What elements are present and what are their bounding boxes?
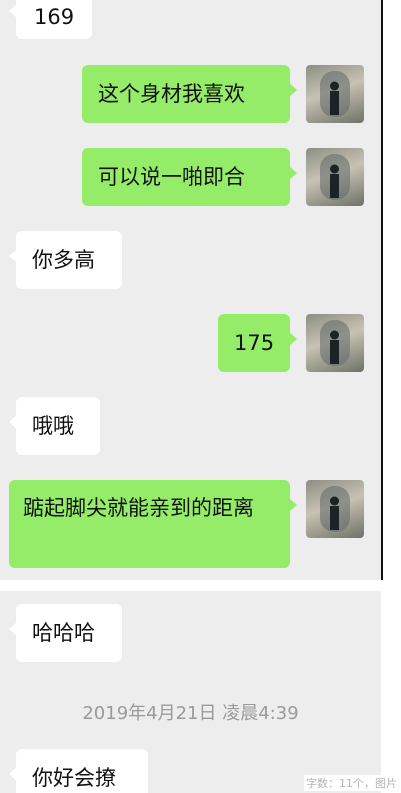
message-bubble-outgoing[interactable]: 可以说一啪即合 bbox=[82, 148, 297, 206]
message-bubble-incoming[interactable]: 哦哦 bbox=[9, 397, 100, 455]
user-avatar[interactable] bbox=[306, 480, 364, 538]
chat-panel-top: 169 这个身材我喜欢 可以说一啪即合 你多高 175 哦哦 踮起脚尖就能亲到的… bbox=[0, 0, 383, 580]
message-bubble-incoming[interactable]: 你多高 bbox=[9, 231, 122, 289]
message-bubble-incoming[interactable]: 169 bbox=[8, 0, 93, 39]
user-avatar[interactable] bbox=[306, 65, 364, 123]
message-bubble-outgoing[interactable]: 175 bbox=[218, 314, 297, 372]
chat-panel-bottom: 哈哈哈 2019年4月21日 凌晨4:39 你好会撩 bbox=[0, 591, 381, 793]
user-avatar[interactable] bbox=[306, 148, 364, 206]
photo-avatar-icon bbox=[320, 71, 350, 117]
photo-avatar-icon bbox=[320, 320, 350, 366]
message-bubble-outgoing[interactable]: 这个身材我喜欢 bbox=[82, 65, 297, 123]
photo-avatar-icon bbox=[320, 486, 350, 532]
message-bubble-incoming[interactable]: 哈哈哈 bbox=[9, 604, 122, 662]
photo-avatar-icon bbox=[320, 154, 350, 200]
message-bubble-incoming[interactable]: 你好会撩 bbox=[9, 749, 148, 793]
word-count-watermark: 字数：11个，图片 bbox=[304, 775, 399, 791]
message-timestamp: 2019年4月21日 凌晨4:39 bbox=[82, 703, 299, 724]
user-avatar[interactable] bbox=[306, 314, 364, 372]
message-bubble-outgoing[interactable]: 踮起脚尖就能亲到的距离 bbox=[9, 480, 297, 568]
